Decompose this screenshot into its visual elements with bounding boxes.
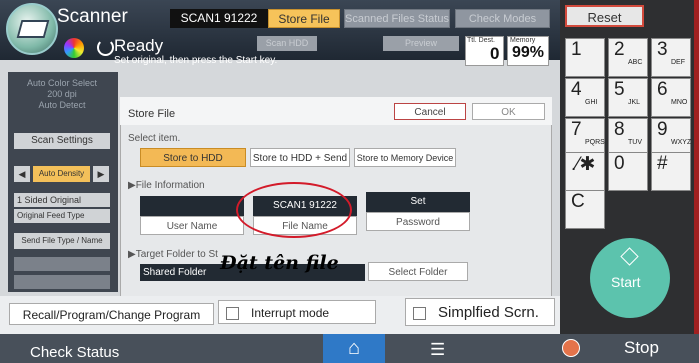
home-icon[interactable]: ⌂ bbox=[323, 334, 385, 363]
document-name: SCAN1 91222 bbox=[170, 9, 268, 28]
app-title: Scanner bbox=[57, 6, 128, 27]
check-status-button[interactable]: Check Status bbox=[30, 344, 119, 361]
key-3[interactable]: 3 DEF bbox=[651, 38, 691, 77]
simplified-screen-label: Simplfied Scrn. bbox=[438, 304, 539, 321]
key-label: 8 bbox=[614, 119, 625, 140]
reset-button[interactable]: Reset bbox=[565, 5, 644, 27]
file-name-field[interactable]: SCAN1 91222 File Name bbox=[253, 196, 357, 235]
key-letters: WXYZ bbox=[671, 139, 692, 146]
key-letters: PQRS bbox=[585, 139, 605, 146]
key-label: # bbox=[657, 153, 668, 174]
interrupt-mode-label: Interrupt mode bbox=[251, 306, 330, 320]
original-feed-type-button[interactable]: Original Feed Type bbox=[14, 209, 110, 223]
detect-text: Auto Detect bbox=[38, 100, 86, 110]
key-label: 6 bbox=[657, 79, 668, 100]
key-star[interactable]: .⁄✱ bbox=[565, 152, 605, 191]
blank-setting-slot bbox=[14, 257, 110, 271]
key-1[interactable]: 1 bbox=[565, 38, 605, 77]
key-label: 5 bbox=[614, 79, 625, 100]
select-item-label: Select item. bbox=[128, 133, 181, 144]
key-label: 4 bbox=[571, 79, 582, 100]
sided-original-button[interactable]: 1 Sided Original bbox=[14, 193, 110, 207]
file-name-value: SCAN1 91222 bbox=[253, 196, 357, 216]
simplified-checkbox[interactable] bbox=[413, 306, 426, 320]
color-mode-text: Auto Color Select bbox=[26, 78, 98, 88]
user-name-value bbox=[140, 196, 244, 216]
resolution-text: 200 dpi bbox=[47, 89, 77, 99]
key-hash[interactable]: # bbox=[651, 152, 691, 191]
memory-label: Memory bbox=[510, 37, 536, 44]
ready-status: Ready bbox=[114, 36, 164, 55]
stop-icon[interactable] bbox=[562, 339, 580, 357]
key-letters: DEF bbox=[671, 59, 685, 66]
memory-value: 99% bbox=[512, 44, 545, 61]
key-4[interactable]: 4 GHI bbox=[565, 78, 605, 117]
density-decrease-button[interactable]: ◀ bbox=[14, 166, 30, 182]
target-folder-label: ▶Target Folder to St bbox=[128, 249, 218, 260]
keypad-edge bbox=[694, 0, 699, 334]
current-settings-summary: Auto Color Select 200 dpi Auto Detect bbox=[14, 78, 110, 111]
file-name-button[interactable]: File Name bbox=[253, 216, 357, 235]
password-field[interactable]: Set Password bbox=[366, 192, 470, 231]
scanner-app-icon[interactable] bbox=[6, 3, 58, 55]
user-name-field[interactable]: User Name bbox=[140, 196, 244, 235]
key-label: 1 bbox=[571, 39, 582, 60]
density-increase-button[interactable]: ▶ bbox=[93, 166, 109, 182]
key-label: 9 bbox=[657, 119, 668, 140]
select-folder-button[interactable]: Select Folder bbox=[368, 262, 468, 281]
recall-program-button[interactable]: Recall/Program/Change Program bbox=[9, 303, 214, 325]
scan-hdd-button[interactable]: Scan HDD bbox=[257, 36, 317, 51]
stop-button[interactable]: Stop bbox=[624, 338, 659, 358]
blank-setting-slot bbox=[14, 275, 110, 289]
menu-icon[interactable]: ☰ bbox=[430, 340, 445, 360]
scan-settings-button[interactable]: Scan Settings bbox=[14, 133, 110, 149]
color-status-icon bbox=[64, 38, 84, 58]
store-to-memory-device-button[interactable]: Store to Memory Device bbox=[354, 148, 456, 167]
key-letters: TUV bbox=[628, 139, 642, 146]
simplified-screen-button[interactable]: Simplfied Scrn. bbox=[405, 298, 555, 326]
annotation-caption: Đặt tên file bbox=[220, 252, 339, 274]
key-label: 3 bbox=[657, 39, 668, 60]
dialog-title: Store File bbox=[128, 108, 176, 120]
store-to-hdd-send-button[interactable]: Store to HDD + Send bbox=[250, 148, 350, 167]
file-information-label: ▶File Information bbox=[128, 180, 205, 191]
check-modes-button[interactable]: Check Modes bbox=[455, 9, 550, 28]
user-name-button[interactable]: User Name bbox=[140, 216, 244, 235]
key-label: .⁄✱ bbox=[571, 154, 596, 175]
start-label: Start bbox=[611, 274, 641, 290]
key-label: C bbox=[571, 191, 585, 212]
store-file-button[interactable]: Store File bbox=[268, 9, 340, 28]
set-password-label: Set bbox=[366, 192, 470, 212]
cancel-button[interactable]: Cancel bbox=[394, 103, 466, 120]
total-destinations-label: Ttl. Dest. bbox=[467, 37, 496, 44]
key-2[interactable]: 2 ABC bbox=[608, 38, 648, 77]
total-destinations-value: 0 bbox=[490, 44, 500, 63]
ok-button[interactable]: OK bbox=[472, 103, 545, 120]
auto-density-button[interactable]: Auto Density bbox=[33, 166, 90, 182]
store-to-hdd-button[interactable]: Store to HDD bbox=[140, 148, 246, 167]
key-label: 7 bbox=[571, 119, 582, 140]
key-0[interactable]: 0 bbox=[608, 152, 648, 191]
key-letters: GHI bbox=[585, 99, 598, 106]
key-label: 0 bbox=[614, 153, 625, 174]
ready-icon bbox=[97, 39, 114, 56]
password-button[interactable]: Password bbox=[366, 212, 470, 231]
preview-button[interactable]: Preview bbox=[383, 36, 459, 51]
scanned-files-status-button[interactable]: Scanned Files Status bbox=[344, 9, 450, 28]
send-file-type-button[interactable]: Send File Type / Name bbox=[14, 233, 110, 249]
key-letters: ABC bbox=[628, 59, 643, 66]
key-clear[interactable]: C bbox=[565, 190, 605, 229]
key-5[interactable]: 5 JKL bbox=[608, 78, 648, 117]
interrupt-checkbox[interactable] bbox=[226, 307, 239, 321]
key-letters: MNO bbox=[671, 99, 688, 106]
key-label: 2 bbox=[614, 39, 625, 60]
key-6[interactable]: 6 MNO bbox=[651, 78, 691, 117]
interrupt-mode-button[interactable]: Interrupt mode bbox=[218, 300, 376, 324]
key-letters: JKL bbox=[628, 99, 641, 106]
ready-instruction: Set original, then press the Start key. bbox=[114, 55, 278, 66]
